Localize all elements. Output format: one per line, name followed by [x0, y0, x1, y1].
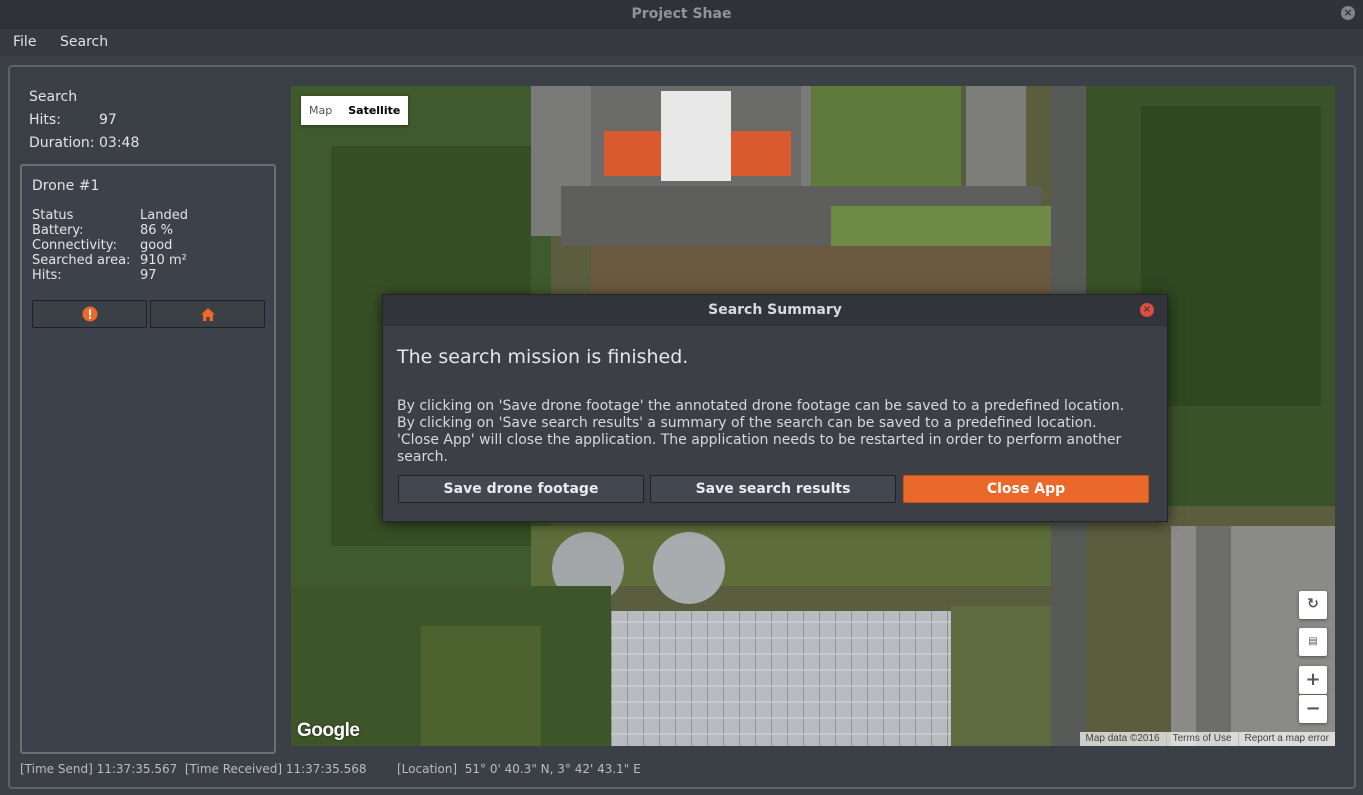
dialog-body-line: By clicking on 'Save search results' a s…: [397, 415, 1097, 431]
location-value: 51° 0' 40.3" N, 3° 42' 43.1" E: [464, 762, 641, 776]
drone-hits-label: Hits:: [32, 268, 62, 283]
search-stats: Search Hits: 97 Duration: 03:48: [29, 86, 139, 155]
drone-battery-label: Battery:: [32, 223, 84, 238]
drone-area-row: Searched area: 910 m²: [32, 253, 188, 268]
window-close-icon[interactable]: ×: [1341, 6, 1355, 20]
drone-battery-value: 86 %: [140, 223, 174, 238]
dialog-heading: The search mission is finished.: [397, 346, 689, 368]
drone-status-label: Status: [32, 208, 74, 223]
location-label: [Location]: [397, 762, 458, 776]
drone-home-button[interactable]: [150, 300, 265, 328]
save-drone-footage-button[interactable]: Save drone footage: [398, 475, 644, 503]
home-icon: [200, 307, 215, 321]
close-app-button[interactable]: Close App: [903, 475, 1149, 503]
drone-status-value: Landed: [140, 208, 188, 223]
window-titlebar: Project Shae ×: [0, 0, 1363, 29]
hits-value: 97: [99, 112, 117, 128]
google-logo: Google: [297, 720, 360, 741]
tilt-map-icon[interactable]: ▤: [1299, 628, 1327, 656]
drone-connectivity-row: Connectivity: good: [32, 238, 188, 253]
dialog-body-line: 'Close App' will close the application. …: [397, 432, 1122, 465]
drone-hits-row: Hits: 97: [32, 268, 188, 283]
map-attribution: Map data ©2016 Terms of Use Report a map…: [1079, 732, 1335, 746]
window-title: Project Shae: [631, 6, 732, 22]
map-data-text: Map data ©2016: [1085, 733, 1160, 744]
time-received-value: 11:37:35.568: [285, 762, 367, 776]
drone-status-row: Status Landed: [32, 208, 188, 223]
menubar: File Search: [0, 29, 1363, 56]
map-type-control: Map Satellite: [301, 96, 409, 125]
drone-alert-button[interactable]: [32, 300, 147, 328]
drone-hits-value: 97: [140, 268, 157, 283]
duration-label: Duration:: [29, 135, 95, 151]
zoom-out-button[interactable]: −: [1299, 695, 1327, 723]
drone-connectivity-label: Connectivity:: [32, 238, 117, 253]
time-received-label: [Time Received]: [184, 762, 283, 776]
drone-area-value: 910 m²: [140, 253, 187, 268]
menu-file[interactable]: File: [13, 34, 36, 50]
stats-hits-row: Hits: 97: [29, 109, 139, 132]
dialog-body: By clicking on 'Save drone footage' the …: [397, 398, 1167, 466]
time-send-value: 11:37:35.567: [96, 762, 178, 776]
terms-of-use-link[interactable]: Terms of Use: [1165, 732, 1238, 746]
alert-icon: [82, 306, 97, 322]
stats-duration-row: Duration: 03:48: [29, 132, 139, 155]
map-type-map[interactable]: Map: [301, 96, 340, 125]
zoom-in-button[interactable]: +: [1299, 666, 1327, 694]
dialog-close-icon[interactable]: ×: [1140, 303, 1154, 317]
drone-battery-row: Battery: 86 %: [32, 223, 188, 238]
statusbar: [Time Send] 11:37:35.567 [Time Received]…: [20, 762, 641, 776]
search-summary-dialog: Search Summary × The search mission is f…: [382, 294, 1168, 522]
save-search-results-button[interactable]: Save search results: [650, 475, 896, 503]
drone-area-label: Searched area:: [32, 253, 131, 268]
drone-info: Status Landed Battery: 86 % Connectivity: g…: [32, 208, 188, 283]
drone-connectivity-value: good: [140, 238, 173, 253]
report-map-error-link[interactable]: Report a map error: [1237, 732, 1335, 746]
drone-panel: Drone #1 Status Landed Battery: 86 % Conne…: [20, 164, 276, 754]
menu-search[interactable]: Search: [60, 34, 108, 50]
rotate-map-icon[interactable]: ↻: [1299, 591, 1327, 619]
dialog-titlebar: Search Summary ×: [383, 295, 1167, 326]
dialog-body-line: By clicking on 'Save drone footage' the …: [397, 398, 1125, 414]
hits-label: Hits:: [29, 112, 61, 128]
map-type-satellite[interactable]: Satellite: [340, 96, 408, 125]
stats-heading: Search: [29, 89, 78, 105]
drone-title: Drone #1: [32, 178, 100, 194]
dialog-title: Search Summary: [708, 302, 842, 318]
duration-value: 03:48: [99, 135, 140, 151]
time-send-label: [Time Send]: [20, 762, 93, 776]
